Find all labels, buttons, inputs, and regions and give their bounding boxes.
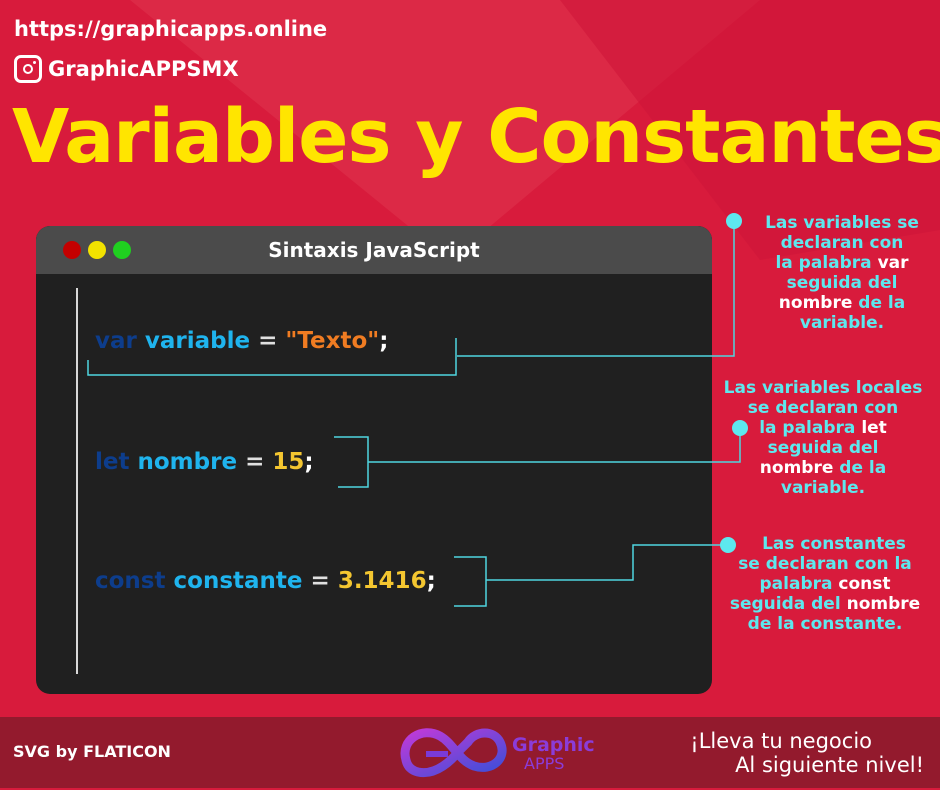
graphicapps-logo[interactable]: Graphic APPS (396, 720, 611, 786)
code-identifier: variable (144, 328, 251, 354)
code-semicolon: ; (304, 449, 314, 475)
code-semicolon: ; (379, 328, 389, 354)
note-line: nombre de la (712, 458, 934, 478)
code-editor-window: Sintaxis JavaScript var variable = "Text… (36, 226, 712, 694)
note-line: nombre de la (754, 293, 930, 313)
code-keyword: var (95, 328, 137, 354)
note-line: de la constante. (747, 614, 903, 634)
note-line: variable. (780, 478, 866, 498)
instagram-icon (14, 55, 42, 83)
note-line: declaran con (780, 233, 904, 253)
code-value: 15 (272, 449, 305, 475)
bullet-dot-icon (726, 213, 742, 229)
page-title: Variables y Constantes (12, 94, 940, 180)
logo-text-graphic: Graphic (512, 734, 595, 756)
editor-title-bar: Sintaxis JavaScript (36, 226, 712, 274)
code-keyword: const (95, 568, 166, 594)
note-text: seguida del (729, 594, 847, 614)
code-identifier: nombre (137, 449, 238, 475)
note-line: se declaran con la (738, 554, 912, 574)
note-highlight: nombre (759, 458, 834, 478)
footer-bar: SVG by FLATICON Graphic APPS ¡Lleva tu n… (0, 717, 940, 788)
code-line-var: var variable = "Texto"; (95, 328, 388, 354)
note-line: seguida del nombre (714, 594, 936, 614)
code-operator: = (258, 328, 278, 354)
note-line: variable. (799, 313, 885, 333)
website-url[interactable]: https://graphicapps.online (14, 17, 327, 41)
note-let: Las variables locales se declaran con la… (712, 378, 934, 498)
note-text: de la (852, 293, 906, 313)
note-var: Las variables se declaran con la palabra… (754, 213, 930, 333)
note-line: la palabra let (712, 418, 934, 438)
note-text: de la (833, 458, 887, 478)
note-highlight: nombre (846, 594, 921, 614)
note-highlight: let (861, 418, 887, 438)
note-line: la palabra var (754, 253, 930, 273)
note-line: Las variables se (765, 213, 919, 233)
code-value: 3.1416 (337, 568, 427, 594)
note-line: seguida del (786, 273, 898, 293)
note-text: la palabra (759, 418, 862, 438)
instagram-handle-text: GraphicAPPSMX (48, 57, 239, 81)
code-keyword: let (95, 449, 130, 475)
note-text: la palabra (775, 253, 878, 273)
note-line: se declaran con (747, 398, 899, 418)
note-highlight: nombre (778, 293, 853, 313)
note-line: Las variables locales (723, 378, 923, 398)
slogan-line-1: ¡Lleva tu negocio (690, 729, 872, 753)
code-operator: = (310, 568, 330, 594)
slogan-line-2: Al siguiente nivel! (735, 753, 924, 777)
instagram-handle[interactable]: GraphicAPPSMX (14, 55, 239, 83)
note-const: Las constantes se declaran con la palabr… (714, 534, 936, 634)
code-operator: = (245, 449, 265, 475)
editor-gutter-line (76, 288, 78, 674)
note-line: seguida del (767, 438, 879, 458)
code-line-let: let nombre = 15; (95, 449, 314, 475)
code-value: "Texto" (285, 328, 380, 354)
code-identifier: constante (173, 568, 303, 594)
note-line: Las constantes (762, 534, 906, 554)
footer-credit: SVG by FLATICON (13, 742, 171, 761)
editor-title: Sintaxis JavaScript (268, 238, 480, 262)
note-text: palabra (759, 574, 839, 594)
code-semicolon: ; (426, 568, 436, 594)
slogan: ¡Lleva tu negocio Al siguiente nivel! (690, 729, 924, 777)
note-highlight: var (877, 253, 909, 273)
code-line-const: const constante = 3.1416; (95, 568, 436, 594)
note-line: palabra const (714, 574, 936, 594)
logo-text-apps: APPS (524, 754, 565, 773)
note-highlight: const (838, 574, 891, 594)
